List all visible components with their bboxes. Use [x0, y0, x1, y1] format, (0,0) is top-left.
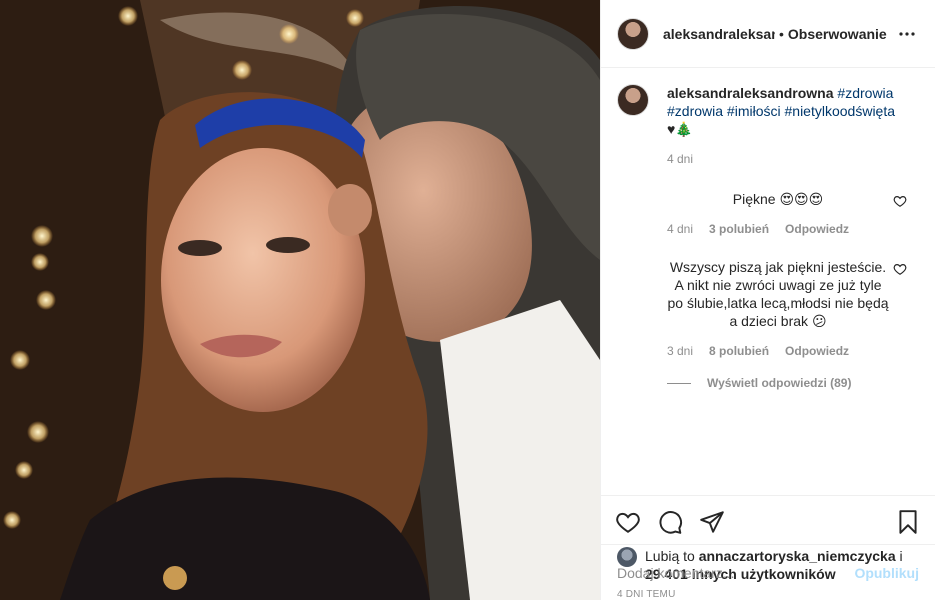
- comment-meta: 3 dni 8 polubień Odpowiedz: [667, 344, 889, 358]
- replies-divider-line: [667, 382, 691, 384]
- share-icon[interactable]: [699, 509, 725, 535]
- comment-text: Piękne 😍😍😍: [732, 191, 824, 207]
- hashtag-link[interactable]: #imiłości: [727, 103, 781, 119]
- comment-text-body: Wszyscy piszą jak piękni jesteście. A ni…: [667, 259, 889, 329]
- caption-age: 4 dni: [667, 152, 694, 166]
- author-username[interactable]: aleksandraleksandrowna: [663, 26, 775, 42]
- more-horizontal-icon[interactable]: [895, 22, 919, 46]
- caption-username[interactable]: aleksandraleksandrowna: [667, 85, 834, 101]
- comment-item: Wszyscy piszą jak piękni jesteście. A ni…: [617, 258, 919, 358]
- post-side-panel: aleksandraleksandrowna • Obserwowanie al…: [600, 0, 935, 600]
- comment-meta: 4 dni 3 polubień Odpowiedz: [667, 222, 889, 236]
- comment-likes-count[interactable]: 3 polubień: [709, 222, 769, 236]
- reply-button[interactable]: Odpowiedz: [785, 344, 849, 358]
- add-comment-input[interactable]: [617, 564, 855, 581]
- caption-avatar[interactable]: [617, 84, 649, 116]
- comment-item: Piękne 😍😍😍 4 dni 3 polubień Odpowiedz: [617, 190, 919, 236]
- post-header: aleksandraleksandrowna • Obserwowanie: [601, 0, 935, 68]
- comments-list[interactable]: aleksandraleksandrowna #zdrowia #zdrowia…: [601, 68, 935, 495]
- comment-like-heart-icon[interactable]: [893, 194, 907, 208]
- author-avatar[interactable]: [617, 17, 649, 50]
- post-comment-button[interactable]: Opublikuj: [854, 565, 919, 581]
- comment-age: 3 dni: [667, 344, 694, 358]
- comment-age: 4 dni: [667, 222, 694, 236]
- add-comment-bar: Opublikuj: [601, 544, 935, 600]
- comment-likes-count[interactable]: 8 polubień: [709, 344, 769, 358]
- post-actions-bar: [601, 495, 935, 547]
- caption-emojis: ♥🎄: [667, 121, 693, 137]
- reply-button[interactable]: Odpowiedz: [785, 222, 849, 236]
- caption: aleksandraleksandrowna #zdrowia #zdrowia…: [617, 84, 919, 168]
- header-separator: •: [779, 25, 784, 42]
- hashtag-link[interactable]: #zdrowia: [837, 85, 893, 101]
- comment-icon[interactable]: [657, 509, 683, 535]
- view-replies-label: Wyświetl odpowiedzi (89): [707, 376, 852, 390]
- heart-icon[interactable]: [615, 509, 641, 535]
- comment-like-heart-icon[interactable]: [893, 262, 907, 276]
- photo-illustration: [0, 0, 600, 600]
- comment-emoji: 😕: [811, 313, 827, 329]
- hashtag-link[interactable]: #nietylkoodświęta: [785, 103, 896, 119]
- caption-body: aleksandraleksandrowna #zdrowia #zdrowia…: [667, 84, 901, 168]
- bookmark-icon[interactable]: [895, 509, 921, 535]
- post-photo[interactable]: [0, 0, 600, 600]
- comment-text: Wszyscy piszą jak piękni jesteście. A ni…: [667, 258, 889, 330]
- following-button[interactable]: Obserwowanie: [788, 26, 887, 42]
- view-replies-button[interactable]: Wyświetl odpowiedzi (89): [617, 376, 919, 390]
- instagram-post: aleksandraleksandrowna • Obserwowanie al…: [0, 0, 935, 600]
- hashtag-link[interactable]: #zdrowia: [667, 103, 723, 119]
